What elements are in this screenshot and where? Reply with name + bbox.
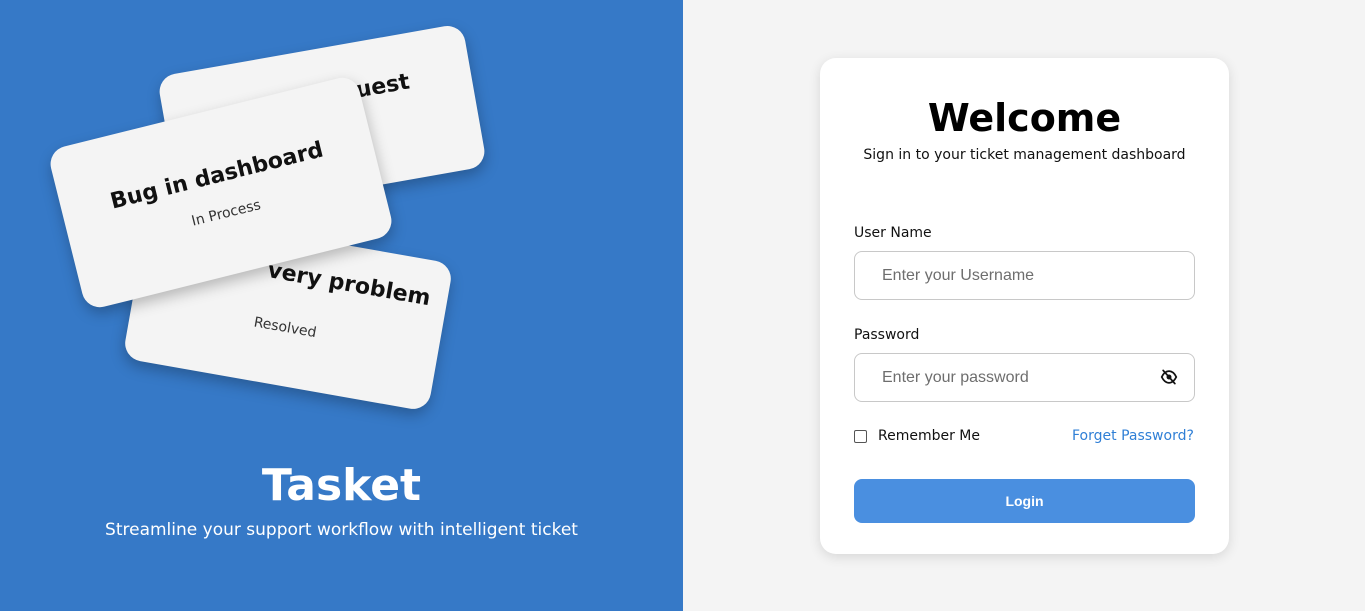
remember-me-checkbox[interactable] <box>854 430 867 443</box>
login-title: Welcome <box>927 96 1122 140</box>
login-subtitle: Sign in to your ticket management dashbo… <box>863 147 1186 163</box>
remember-me-label[interactable]: Remember Me <box>878 428 980 444</box>
eye-off-icon[interactable] <box>1158 367 1180 387</box>
password-input[interactable] <box>854 353 1195 402</box>
login-button[interactable]: Login <box>854 479 1195 523</box>
brand-tagline: Streamline your support workflow with in… <box>105 520 578 540</box>
ticket-title: Bug in dashboard <box>107 137 326 215</box>
forgot-password-link[interactable]: Forget Password? <box>1072 428 1194 444</box>
password-label: Password <box>854 327 920 343</box>
brand-panel: quest very problem Resolved Bug in dashb… <box>0 0 683 611</box>
brand-name: Tasket <box>261 460 422 511</box>
username-label: User Name <box>854 225 932 241</box>
username-input[interactable] <box>854 251 1195 300</box>
ticket-title: very problem <box>265 258 433 312</box>
ticket-status: In Process <box>190 197 263 230</box>
